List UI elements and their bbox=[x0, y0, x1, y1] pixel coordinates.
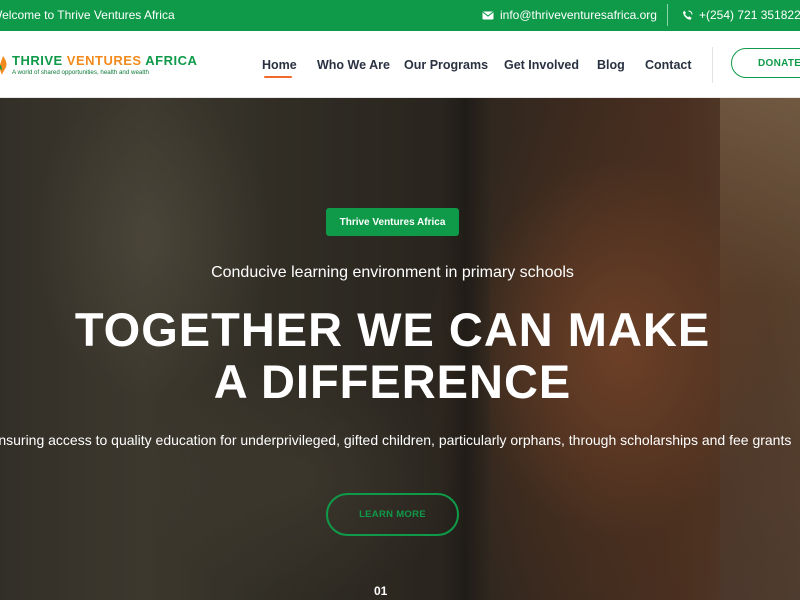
logo-name: THRIVE VENTURES AFRICA bbox=[12, 53, 198, 68]
nav-item-who-we-are[interactable]: Who We Are bbox=[317, 58, 390, 72]
site-logo[interactable]: THRIVE VENTURES AFRICA A world of shared… bbox=[0, 54, 197, 76]
hero-subtitle: Conducive learning environment in primar… bbox=[211, 264, 574, 281]
logo-mark-icon bbox=[0, 54, 10, 76]
nav-active-indicator bbox=[264, 76, 292, 78]
email-text: info@thriveventuresafrica.org bbox=[500, 8, 657, 22]
email-link[interactable]: info@thriveventuresafrica.org bbox=[482, 8, 657, 22]
nav-item-get-involved[interactable]: Get Involved bbox=[504, 58, 579, 72]
hero-slider: Thrive Ventures Africa Conducive learnin… bbox=[0, 98, 800, 600]
nav-item-our-programs[interactable]: Our Programs bbox=[404, 58, 488, 72]
envelope-icon bbox=[482, 11, 494, 20]
logo-tagline: A world of shared opportunities, health … bbox=[12, 69, 149, 76]
header-divider bbox=[712, 47, 713, 83]
site-header: THRIVE VENTURES AFRICA A world of shared… bbox=[0, 31, 800, 98]
donate-button[interactable]: DONATE bbox=[731, 48, 800, 78]
phone-icon bbox=[682, 10, 693, 21]
hero-description: Ensuring access to quality education for… bbox=[0, 432, 792, 448]
hero-title: TOGETHER WE CAN MAKE A DIFFERENCE bbox=[74, 303, 711, 408]
topbar-divider bbox=[667, 4, 668, 26]
welcome-text: Welcome to Thrive Ventures Africa bbox=[0, 8, 175, 22]
hero-badge: Thrive Ventures Africa bbox=[326, 208, 459, 236]
slide-indicator[interactable]: 01 bbox=[374, 584, 387, 598]
nav-item-contact[interactable]: Contact bbox=[645, 58, 692, 72]
top-bar: Welcome to Thrive Ventures Africa info@t… bbox=[0, 0, 800, 31]
nav-item-home[interactable]: Home bbox=[262, 58, 297, 72]
phone-text: +(254) 721 351822 bbox=[699, 8, 800, 22]
learn-more-button[interactable]: LEARN MORE bbox=[326, 493, 459, 536]
nav-item-blog[interactable]: Blog bbox=[597, 58, 625, 72]
phone-link[interactable]: +(254) 721 351822 bbox=[682, 8, 800, 22]
